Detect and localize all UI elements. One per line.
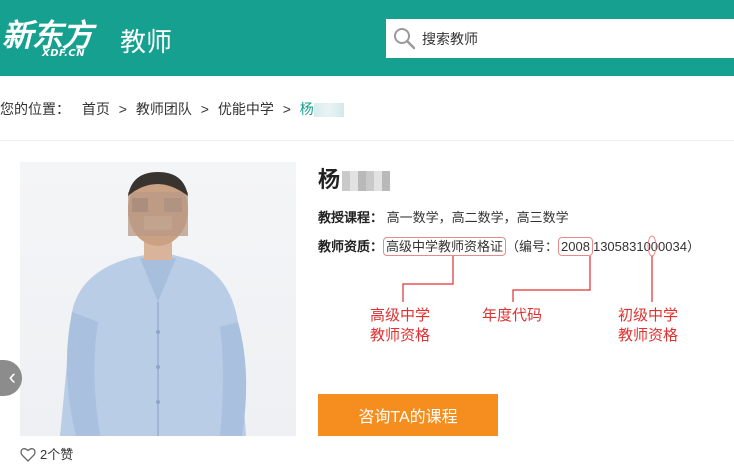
- consult-courses-button[interactable]: 咨询TA的课程: [318, 394, 498, 436]
- annotation-junior-line1: 初级中学: [618, 307, 679, 324]
- annotation-senior-qualification: 高级中学 教师资格: [370, 306, 430, 346]
- annotation-junior-qualification: 初级中学 教师资格: [618, 306, 678, 346]
- annotation-year-code-text: 年度代码: [482, 307, 543, 324]
- annotation-senior-line1: 高级中学: [370, 307, 431, 324]
- annotation-year-code: 年度代码: [482, 306, 542, 326]
- annotation-junior-line2: 教师资格: [618, 327, 679, 344]
- annotation-senior-line2: 教师资格: [370, 327, 431, 344]
